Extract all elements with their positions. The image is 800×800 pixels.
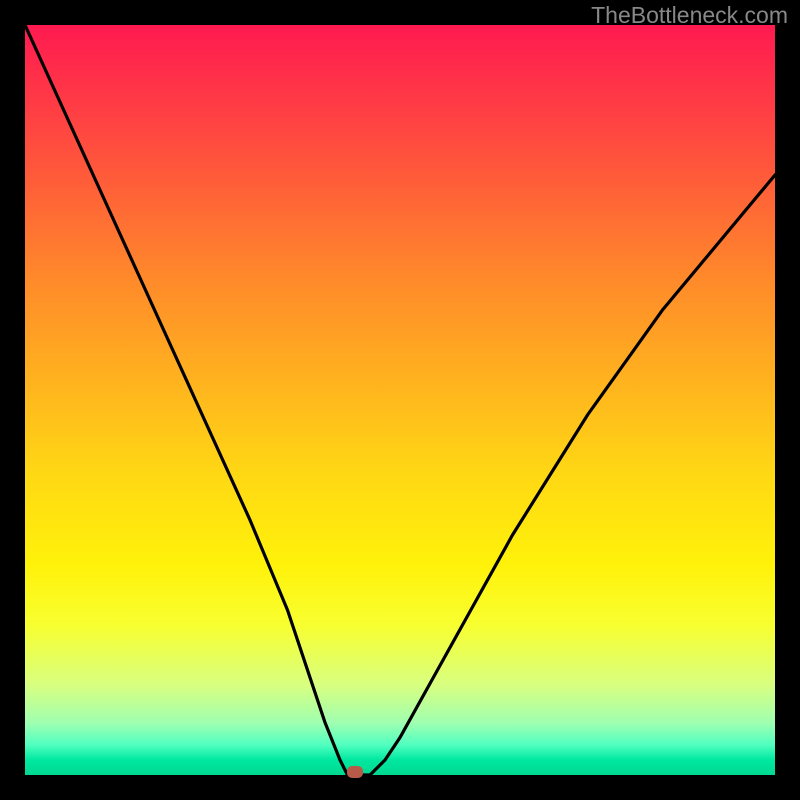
plot-area: [25, 25, 775, 775]
optimal-point-marker: [347, 766, 363, 778]
chart-frame: TheBottleneck.com: [0, 0, 800, 800]
watermark-text: TheBottleneck.com: [591, 2, 788, 29]
bottleneck-curve: [25, 25, 775, 775]
